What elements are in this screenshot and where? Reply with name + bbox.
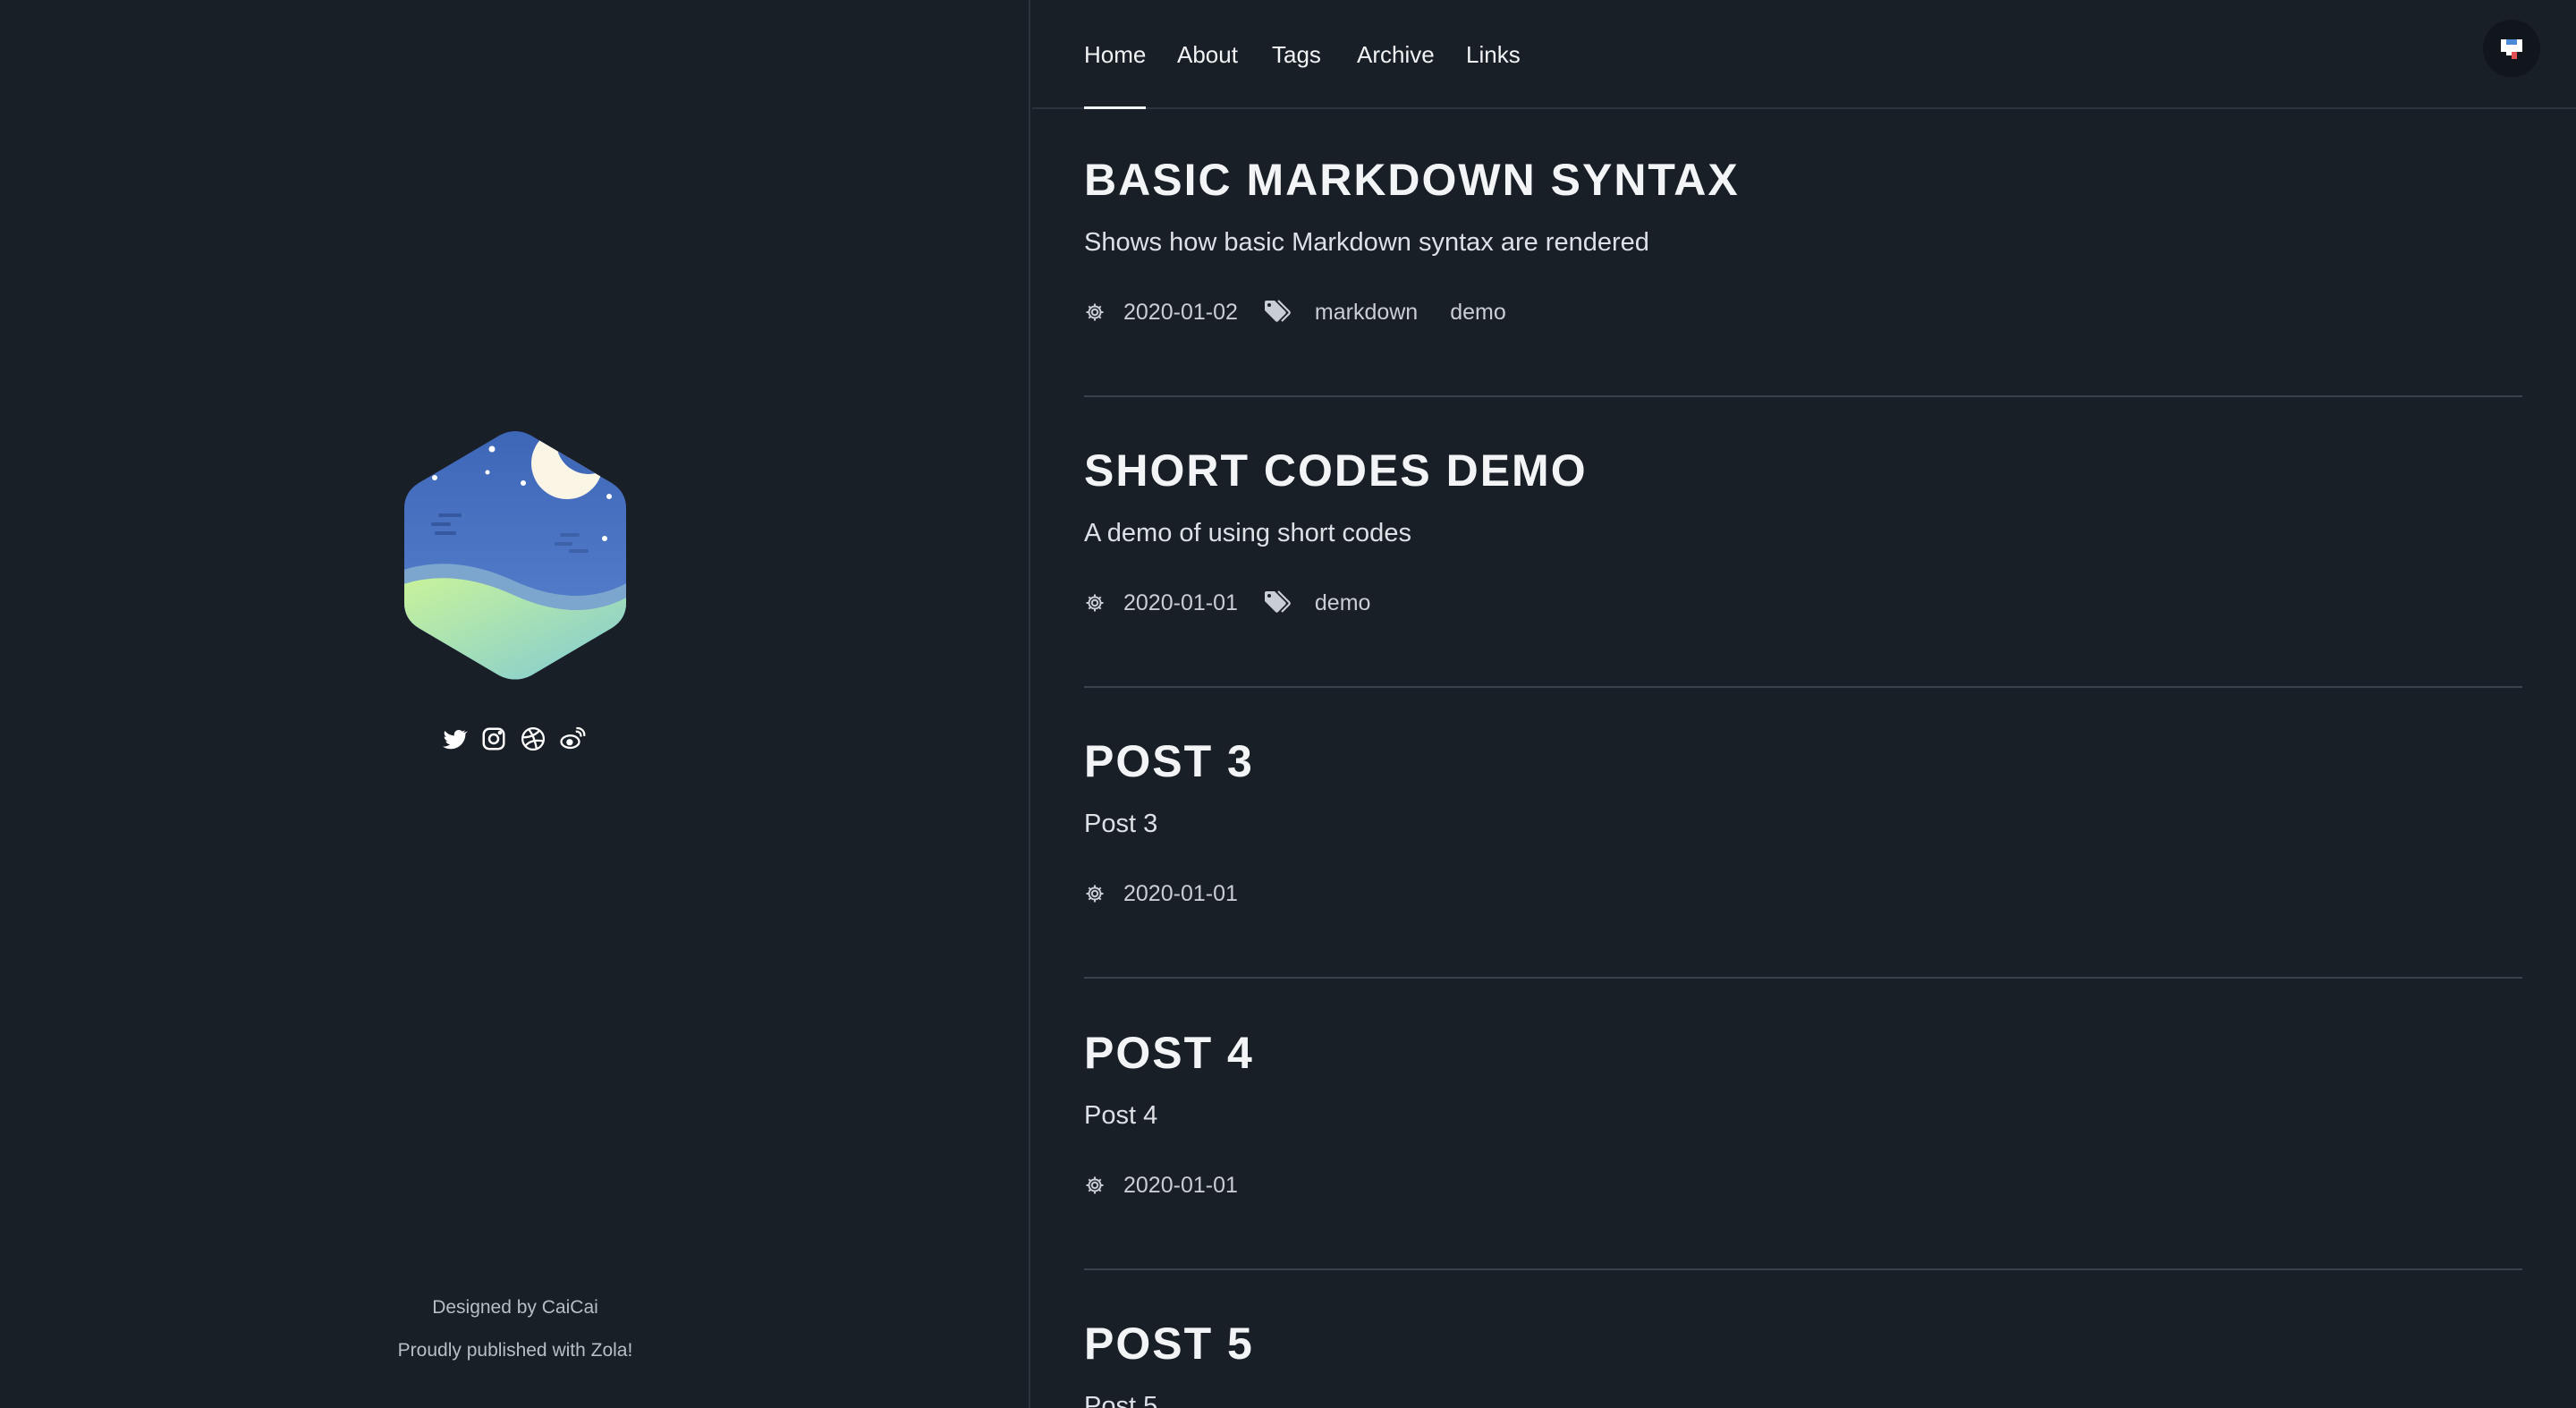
- theme-toggle-button[interactable]: [2483, 20, 2540, 77]
- top-nav: Home About Tags Archive Links: [1032, 0, 2576, 109]
- dribbble-icon[interactable]: [519, 725, 547, 753]
- footer-powered-by: Proudly published with Zola!: [397, 1340, 633, 1361]
- post-item: SHORT CODES DEMO A demo of using short c…: [1084, 444, 2522, 615]
- post-title[interactable]: BASIC MARKDOWN SYNTAX: [1084, 153, 2522, 207]
- post-meta: 2020-01-01: [1084, 1169, 1238, 1201]
- nav-archive[interactable]: Archive: [1357, 39, 1435, 70]
- tag-markdown[interactable]: markdown: [1315, 300, 1418, 326]
- post-description: Post 4: [1084, 1101, 1158, 1130]
- nav-home[interactable]: Home: [1084, 39, 1147, 109]
- post-date: 2020-01-01: [1123, 880, 1238, 906]
- twitter-icon[interactable]: [440, 725, 469, 753]
- post-description: A demo of using short codes: [1084, 519, 1411, 547]
- social-links: [440, 725, 587, 757]
- post-meta: 2020-01-02 markdown demo: [1084, 296, 1538, 328]
- post-date: 2020-01-01: [1123, 589, 1238, 615]
- nav-about[interactable]: About: [1177, 39, 1238, 70]
- post-title[interactable]: SHORT CODES DEMO: [1084, 444, 2522, 497]
- footer-credit: Designed by CaiCai: [432, 1297, 598, 1318]
- post-divider: [1084, 395, 2522, 397]
- weibo-icon[interactable]: [558, 725, 587, 753]
- night-landscape-hexagon-logo: [404, 431, 626, 680]
- nav-links[interactable]: Links: [1466, 39, 1521, 70]
- post-title[interactable]: POST 3: [1084, 734, 2522, 788]
- post-title[interactable]: POST 4: [1084, 1026, 2522, 1080]
- avatar[interactable]: [401, 428, 630, 683]
- page: Designed by CaiCai Proudly published wit…: [0, 0, 2576, 1408]
- gear-icon: [1084, 301, 1106, 323]
- post-item: BASIC MARKDOWN SYNTAX Shows how basic Ma…: [1084, 153, 2522, 325]
- post-item: POST 4 Post 4 2020-01-01: [1084, 1026, 2522, 1198]
- instagram-icon[interactable]: [479, 725, 508, 753]
- post-date: 2020-01-01: [1123, 1172, 1238, 1198]
- post-description: Shows how basic Markdown syntax are rend…: [1084, 228, 1649, 257]
- gear-icon: [1084, 883, 1106, 904]
- post-item: POST 5 Post 5: [1084, 1317, 2522, 1408]
- tags-icon: [1263, 590, 1292, 615]
- post-item: POST 3 Post 3 2020-01-01: [1084, 734, 2522, 906]
- pixel-theme-icon: [2501, 39, 2522, 59]
- post-divider: [1084, 977, 2522, 979]
- post-divider: [1084, 1268, 2522, 1270]
- post-meta: 2020-01-01 demo: [1084, 587, 1402, 619]
- post-title[interactable]: POST 5: [1084, 1317, 2522, 1370]
- post-meta: 2020-01-01: [1084, 878, 1238, 910]
- sidebar: Designed by CaiCai Proudly published wit…: [0, 0, 1030, 1408]
- tag-demo[interactable]: demo: [1315, 590, 1371, 616]
- post-divider: [1084, 686, 2522, 688]
- tag-demo[interactable]: demo: [1450, 300, 1506, 326]
- gear-icon: [1084, 592, 1106, 614]
- post-date: 2020-01-02: [1123, 299, 1238, 325]
- gear-icon: [1084, 1175, 1106, 1196]
- post-description: Post 5: [1084, 1392, 1158, 1408]
- tags-icon: [1263, 300, 1292, 325]
- nav-tags[interactable]: Tags: [1272, 39, 1321, 70]
- post-description: Post 3: [1084, 810, 1158, 838]
